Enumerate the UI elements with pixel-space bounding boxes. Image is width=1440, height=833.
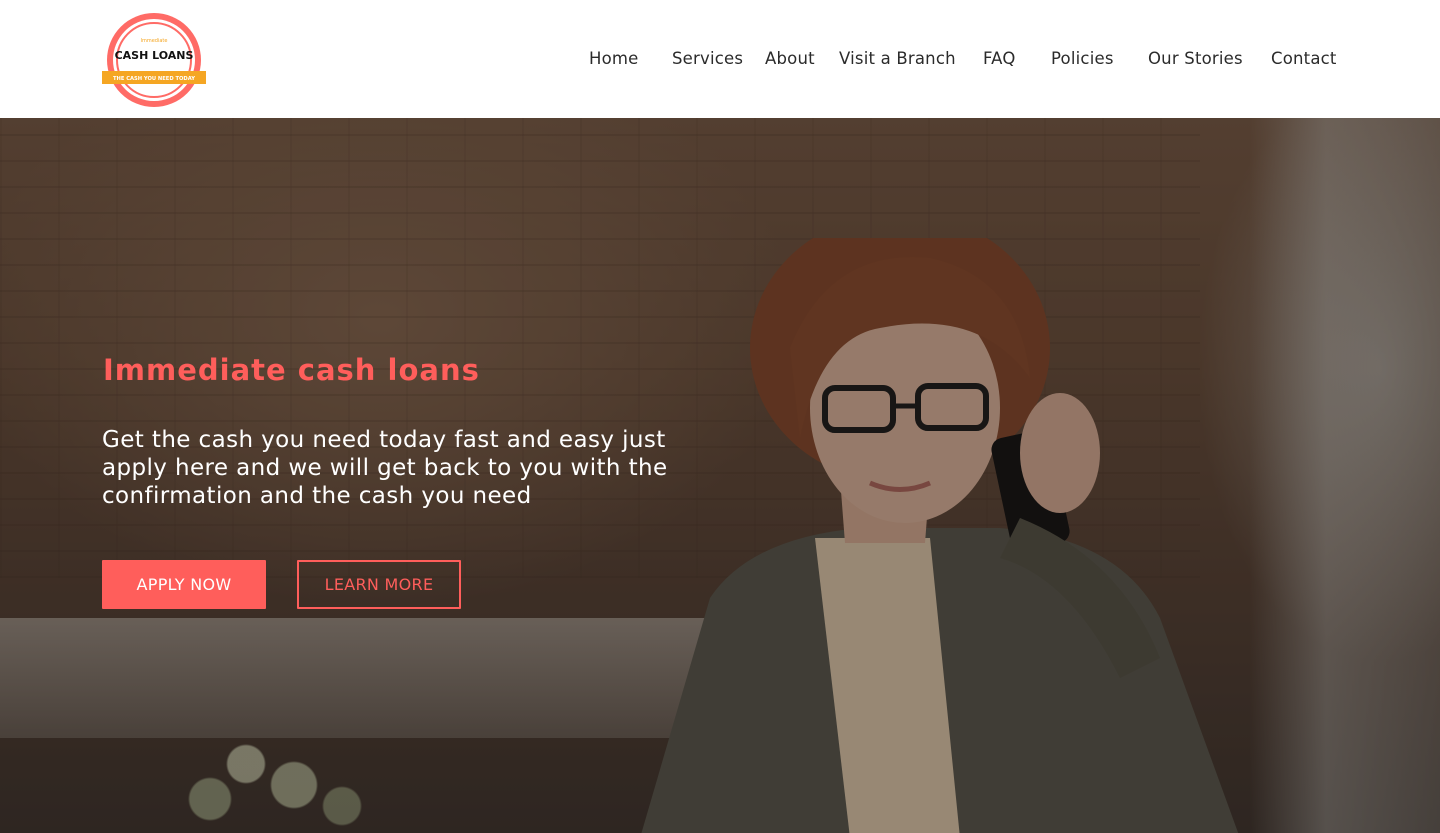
nav-item-services[interactable]: Services: [672, 46, 743, 72]
nav-item-visit-branch[interactable]: Visit a Branch: [839, 46, 956, 72]
hero-description: Get the cash you need today fast and eas…: [102, 427, 668, 509]
nav-item-about[interactable]: About: [765, 46, 815, 72]
learn-more-button[interactable]: LEARN MORE: [297, 560, 461, 609]
site-header: Immediate CASH LOANS THE CASH YOU NEED T…: [0, 0, 1440, 118]
hero-section: Immediate cash loans Get the cash you ne…: [0, 118, 1440, 833]
nav-item-our-stories[interactable]: Our Stories: [1148, 46, 1243, 72]
logo-tagline: THE CASH YOU NEED TODAY: [113, 76, 195, 82]
logo-small-text: Immediate: [141, 38, 168, 44]
nav-item-policies[interactable]: Policies: [1051, 46, 1114, 72]
nav-item-home[interactable]: Home: [589, 46, 639, 72]
hero-content: Immediate cash loans Get the cash you ne…: [0, 118, 1440, 833]
nav-item-faq[interactable]: FAQ: [983, 46, 1016, 72]
hero-title: Immediate cash loans: [103, 353, 480, 387]
main-nav: Home Services About Visit a Branch FAQ P…: [0, 46, 1440, 72]
nav-item-contact[interactable]: Contact: [1271, 46, 1337, 72]
apply-now-button[interactable]: APPLY NOW: [102, 560, 266, 609]
